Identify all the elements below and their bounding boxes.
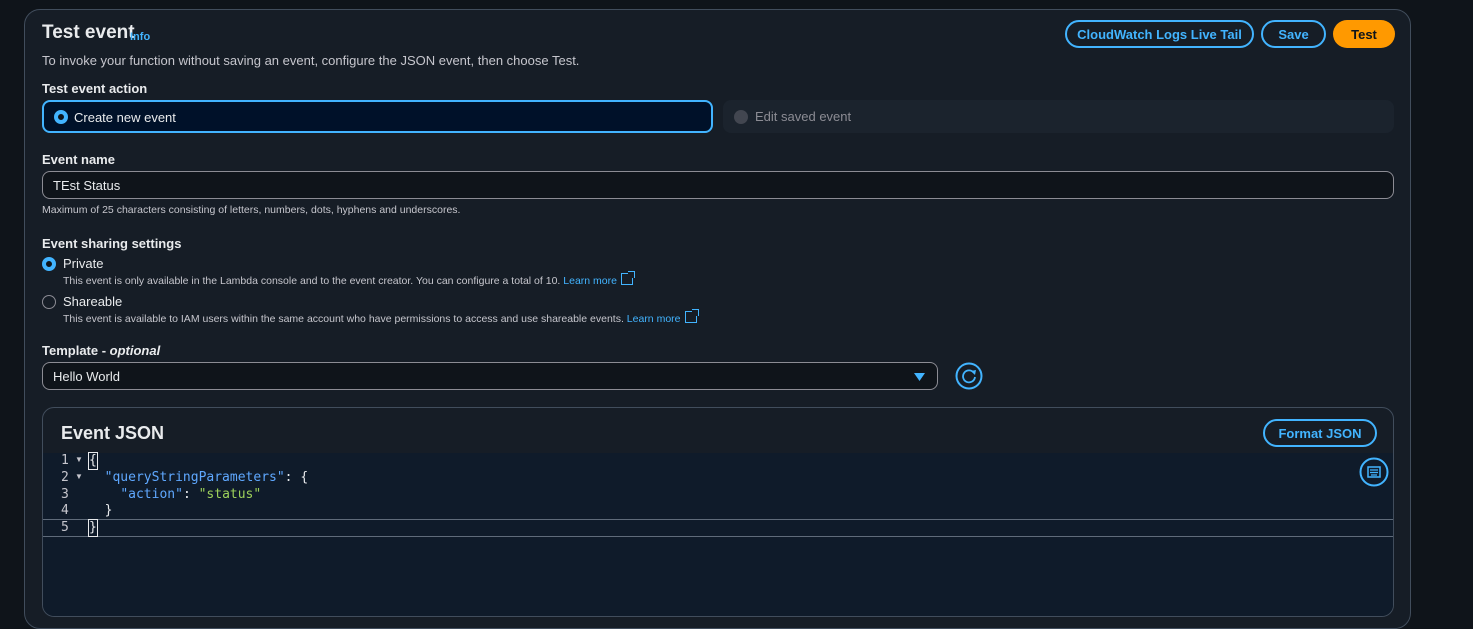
page-title: Test event bbox=[42, 22, 135, 43]
event-name-input[interactable]: TEst Status bbox=[42, 171, 1394, 199]
private-learn-more-link[interactable]: Learn more bbox=[563, 275, 617, 287]
fold-icon[interactable]: ▼ bbox=[75, 455, 83, 464]
fold-icon[interactable]: ▼ bbox=[75, 472, 83, 481]
caret-down-icon bbox=[914, 373, 925, 381]
shareable-description-text: This event is available to IAM users wit… bbox=[63, 313, 624, 325]
keyboard-icon[interactable] bbox=[1359, 457, 1389, 487]
code-line: { bbox=[88, 452, 98, 470]
private-description-text: This event is only available in the Lamb… bbox=[63, 275, 561, 287]
event-json-panel: Event JSON Format JSON 1 ▼ { 2 ▼ "queryS… bbox=[42, 407, 1394, 617]
template-optional-text: optional bbox=[109, 343, 161, 358]
line-number: 1 bbox=[61, 453, 69, 468]
edit-saved-event-label: Edit saved event bbox=[755, 109, 852, 124]
create-new-event-label: Create new event bbox=[74, 110, 176, 125]
template-label: Template - optional bbox=[42, 343, 160, 358]
external-link-icon bbox=[684, 309, 699, 323]
line-number: 5 bbox=[61, 520, 69, 535]
cloudwatch-live-tail-button[interactable]: CloudWatch Logs Live Tail bbox=[1065, 20, 1254, 48]
event-sharing-label: Event sharing settings bbox=[42, 236, 182, 251]
active-line-highlight bbox=[43, 519, 1393, 537]
create-new-event-radio[interactable] bbox=[54, 110, 68, 124]
test-button[interactable]: Test bbox=[1333, 20, 1395, 48]
line-number: 3 bbox=[61, 487, 69, 502]
shareable-label: Shareable bbox=[63, 294, 123, 309]
template-select[interactable]: Hello World bbox=[42, 362, 938, 390]
info-link[interactable]: Info bbox=[130, 31, 150, 43]
page-description: To invoke your function without saving a… bbox=[42, 53, 580, 68]
code-line: } bbox=[88, 519, 98, 537]
template-label-text: Template - bbox=[42, 343, 110, 358]
external-link-icon bbox=[620, 271, 635, 285]
event-name-label: Event name bbox=[42, 152, 115, 167]
template-select-value: Hello World bbox=[53, 368, 120, 384]
edit-saved-event-option[interactable]: Edit saved event bbox=[723, 100, 1394, 133]
private-radio[interactable] bbox=[42, 257, 56, 271]
shareable-description: This event is available to IAM users wit… bbox=[63, 309, 699, 325]
create-new-event-option[interactable]: Create new event bbox=[42, 100, 713, 133]
private-label: Private bbox=[63, 256, 104, 271]
code-line: "action": "status" bbox=[120, 487, 262, 502]
event-json-title: Event JSON bbox=[61, 423, 165, 443]
event-name-hint: Maximum of 25 characters consisting of l… bbox=[42, 204, 461, 216]
line-number: 2 bbox=[61, 470, 69, 485]
edit-saved-event-radio[interactable] bbox=[734, 110, 748, 124]
save-button[interactable]: Save bbox=[1261, 20, 1326, 48]
test-event-action-label: Test event action bbox=[42, 81, 148, 96]
line-number: 4 bbox=[61, 503, 69, 518]
code-line: } bbox=[104, 503, 113, 518]
shareable-learn-more-link[interactable]: Learn more bbox=[627, 313, 681, 325]
code-line: "queryStringParameters": { bbox=[104, 470, 309, 485]
refresh-icon[interactable] bbox=[955, 362, 983, 390]
format-json-button[interactable]: Format JSON bbox=[1263, 419, 1377, 447]
private-description: This event is only available in the Lamb… bbox=[63, 271, 635, 287]
json-code-editor[interactable]: 1 ▼ { 2 ▼ "queryStringParameters": { 3 "… bbox=[43, 452, 1393, 616]
shareable-radio[interactable] bbox=[42, 295, 56, 309]
